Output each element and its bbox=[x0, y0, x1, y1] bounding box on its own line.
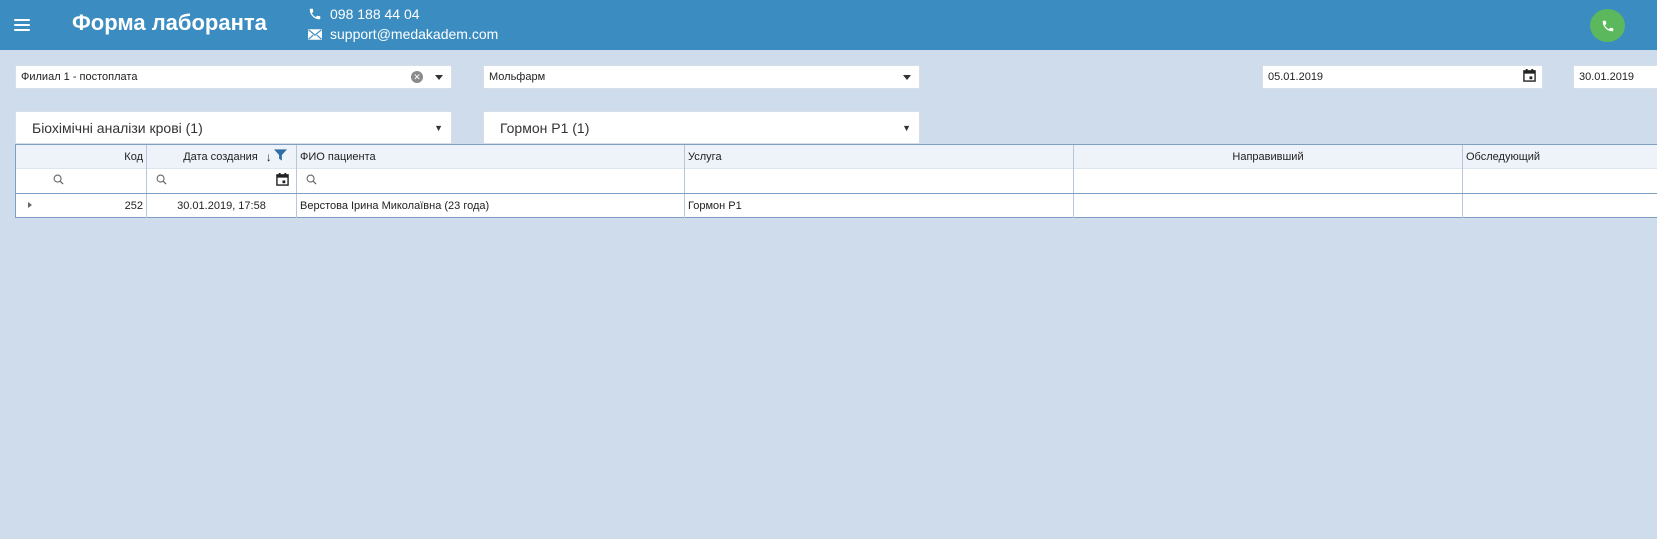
laboratory-value: Мольфарм bbox=[489, 71, 546, 83]
menu-icon[interactable] bbox=[14, 14, 30, 36]
search-icon bbox=[156, 174, 167, 188]
dropdown-arrow-icon[interactable] bbox=[435, 74, 443, 80]
column-header-code[interactable]: Код bbox=[16, 145, 147, 168]
sort-desc-icon[interactable]: ↓ bbox=[266, 150, 272, 164]
analysis-category-value: Біохімічні аналізи крові (1) bbox=[32, 119, 203, 136]
analysis-category-select[interactable]: Біохімічні аналізи крові (1) ▼ bbox=[15, 111, 452, 144]
contact-email: support@medakadem.com bbox=[308, 26, 498, 43]
filter-service-input[interactable] bbox=[685, 168, 1074, 193]
date-from-value: 05.01.2019 bbox=[1268, 71, 1324, 83]
phone-icon bbox=[308, 7, 324, 24]
filter-patient-input[interactable] bbox=[297, 168, 685, 193]
grid-filter-row bbox=[16, 168, 1657, 194]
filter-icon[interactable] bbox=[273, 149, 287, 164]
calendar-icon[interactable] bbox=[276, 172, 289, 189]
dropdown-arrow-icon[interactable] bbox=[903, 74, 911, 80]
table-row[interactable]: 252 30.01.2019, 17:58 Верстова Ірина Мик… bbox=[16, 194, 1657, 218]
cell-service: Гормон Р1 bbox=[685, 194, 1074, 218]
cell-patient: Верстова Ірина Миколаївна (23 года) bbox=[297, 194, 685, 218]
laboratory-select[interactable]: Мольфарм bbox=[483, 65, 920, 89]
cell-created: 30.01.2019, 17:58 bbox=[147, 194, 297, 218]
contact-phone: 098 188 44 04 bbox=[308, 6, 420, 24]
column-header-service[interactable]: Услуга bbox=[685, 145, 1074, 168]
date-from-field[interactable]: 05.01.2019 bbox=[1262, 65, 1543, 89]
date-to-value: 30.01.2019 bbox=[1579, 71, 1635, 83]
call-button[interactable] bbox=[1590, 9, 1625, 42]
column-header-created[interactable]: Дата создания ↓ bbox=[147, 145, 297, 168]
filter-referrer-input[interactable] bbox=[1074, 168, 1463, 193]
dropdown-arrow-icon: ▼ bbox=[902, 122, 911, 133]
dropdown-arrow-icon: ▼ bbox=[434, 122, 443, 133]
clear-icon[interactable]: ✕ bbox=[411, 71, 423, 83]
filter-examiner-input[interactable] bbox=[1463, 168, 1657, 193]
service-select[interactable]: Гормон Р1 (1) ▼ bbox=[483, 111, 920, 144]
cell-code: 252 bbox=[16, 194, 147, 218]
service-value: Гормон Р1 (1) bbox=[500, 119, 590, 136]
branch-value: Филиал 1 - постоплата bbox=[21, 71, 138, 83]
filter-code-input[interactable] bbox=[16, 168, 147, 193]
cell-examiner bbox=[1463, 194, 1657, 218]
column-header-referrer[interactable]: Направивший bbox=[1074, 145, 1463, 168]
search-icon bbox=[53, 174, 64, 188]
support-email: support@medakadem.com bbox=[330, 26, 499, 42]
data-grid: Код Дата создания ↓ ФИО пациента Услуга … bbox=[15, 144, 1657, 218]
calendar-icon[interactable] bbox=[1523, 69, 1536, 85]
column-header-examiner[interactable]: Обследующий bbox=[1463, 145, 1657, 168]
app-header: Форма лаборанта 098 188 44 04 support@me… bbox=[0, 0, 1657, 50]
branch-select[interactable]: Филиал 1 - постоплата ✕ bbox=[15, 65, 452, 89]
search-icon bbox=[306, 174, 317, 188]
date-to-field[interactable]: 30.01.2019 bbox=[1573, 65, 1657, 89]
column-header-patient[interactable]: ФИО пациента bbox=[297, 145, 685, 168]
phone-number: 098 188 44 04 bbox=[330, 6, 420, 22]
mail-icon bbox=[308, 27, 324, 43]
cell-referrer bbox=[1074, 194, 1463, 218]
app-title: Форма лаборанта bbox=[72, 10, 267, 35]
grid-header-row: Код Дата создания ↓ ФИО пациента Услуга … bbox=[16, 145, 1657, 169]
call-icon bbox=[1602, 20, 1613, 31]
filter-created-input[interactable] bbox=[147, 168, 297, 193]
